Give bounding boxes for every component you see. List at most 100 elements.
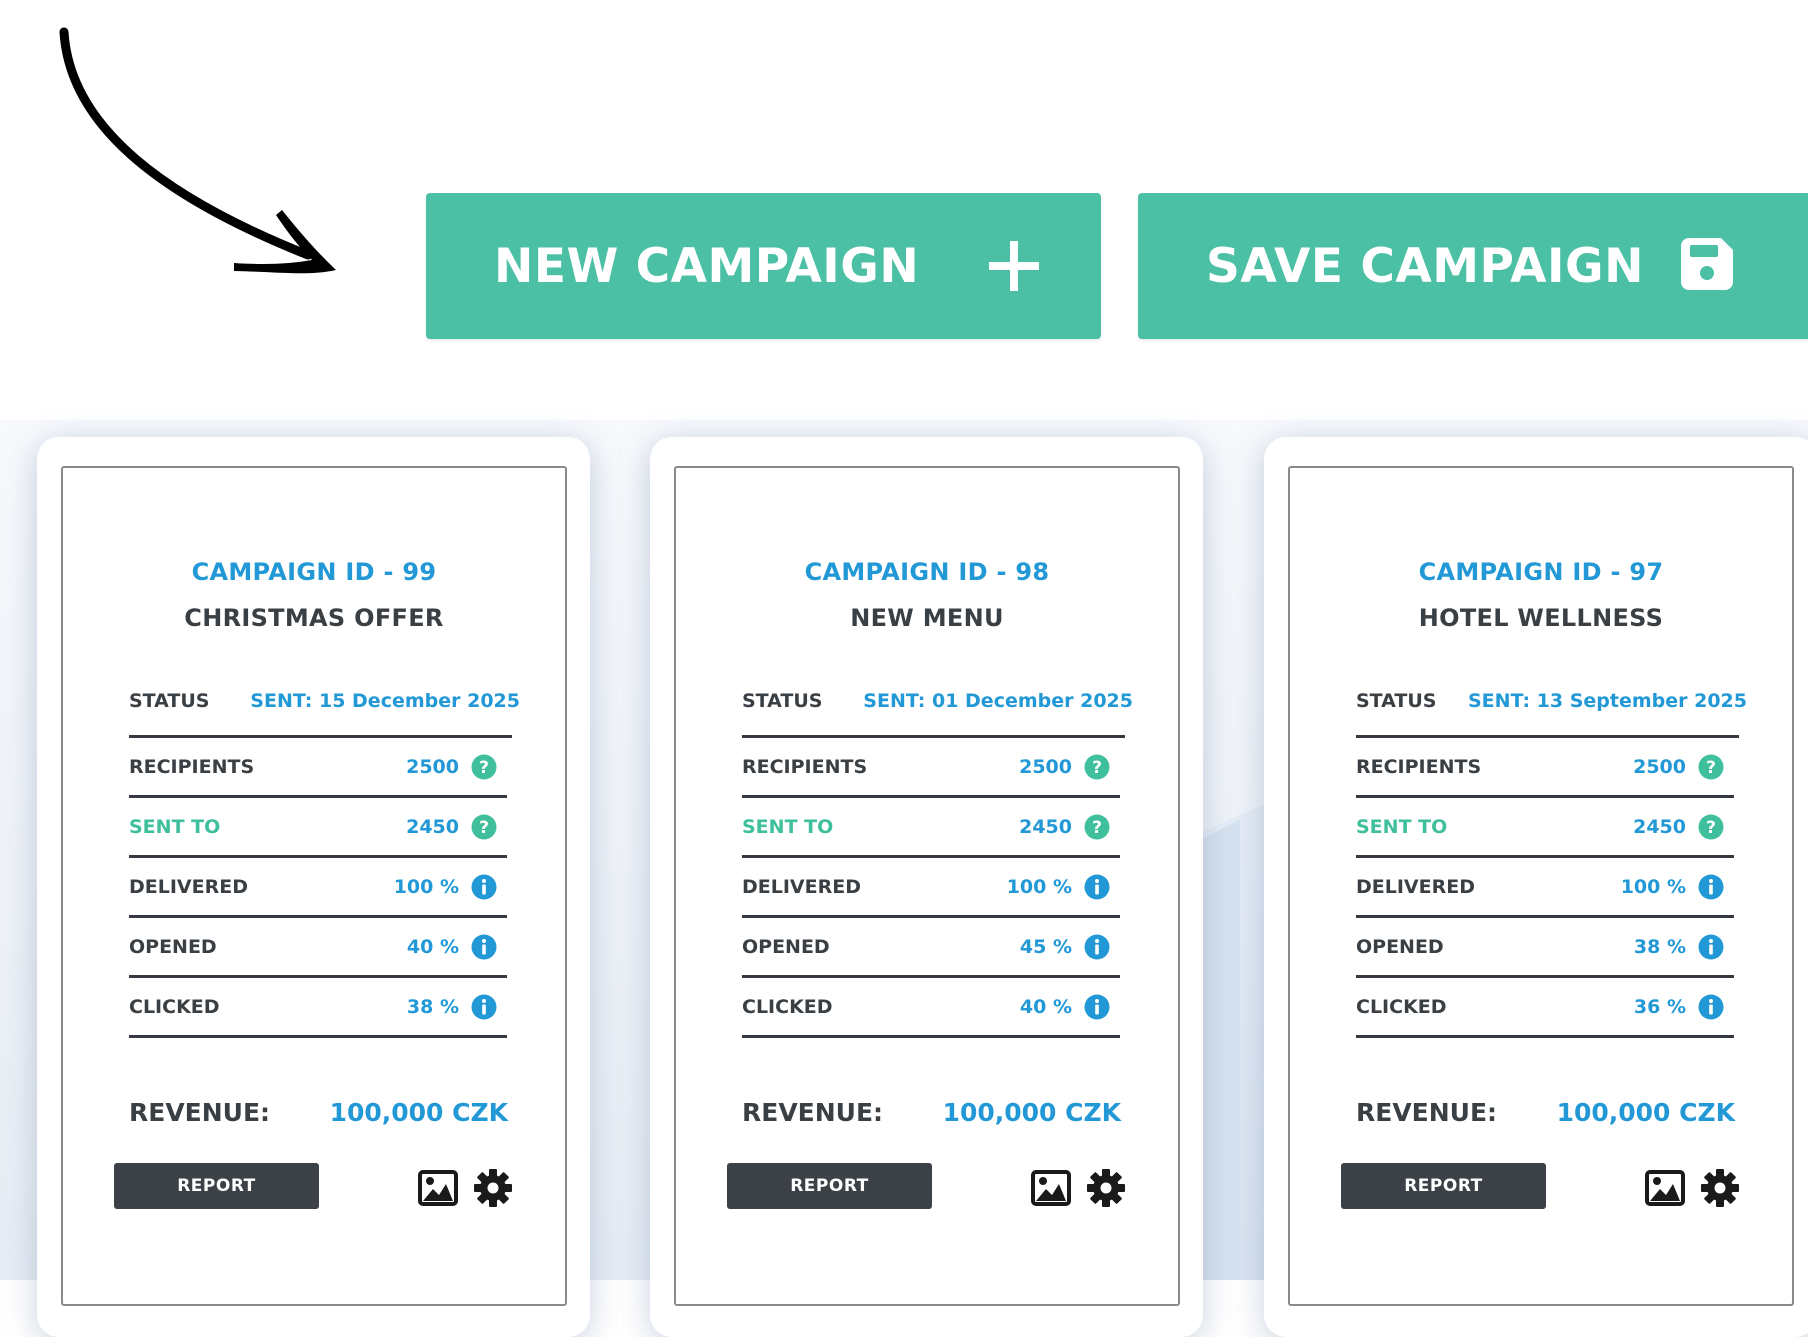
report-button[interactable]: REPORT bbox=[1341, 1163, 1546, 1209]
stat-row-clicked: CLICKED 36 % bbox=[1356, 978, 1734, 1038]
svg-text:?: ? bbox=[1706, 758, 1716, 778]
stat-value: 2500 bbox=[406, 756, 459, 778]
stat-label: DELIVERED bbox=[742, 876, 861, 898]
stat-row-delivered: DELIVERED 100 % bbox=[129, 858, 507, 918]
info-icon[interactable] bbox=[471, 934, 497, 960]
stat-row-recipients: RECIPIENTS 2500 ? bbox=[129, 738, 507, 798]
campaign-card-inner: CAMPAIGN ID - 99 CHRISTMAS OFFER STATUS … bbox=[61, 466, 567, 1306]
stat-label: SENT TO bbox=[1356, 816, 1448, 838]
stat-value: 2450 bbox=[1019, 816, 1072, 838]
status-row: STATUS SENT: 01 December 2025 bbox=[742, 690, 1133, 738]
info-icon[interactable] bbox=[1698, 994, 1724, 1020]
stat-label: DELIVERED bbox=[1356, 876, 1475, 898]
info-icon[interactable] bbox=[1698, 874, 1724, 900]
report-button[interactable]: REPORT bbox=[114, 1163, 319, 1209]
info-icon[interactable] bbox=[1084, 994, 1110, 1020]
stat-row-clicked: CLICKED 40 % bbox=[742, 978, 1120, 1038]
save-campaign-label: SAVE CAMPAIGN bbox=[1206, 238, 1644, 294]
status-label: STATUS bbox=[129, 690, 210, 712]
stat-label: CLICKED bbox=[129, 996, 220, 1018]
stat-value: 2450 bbox=[406, 816, 459, 838]
stat-value: 40 % bbox=[1019, 996, 1072, 1018]
stat-label: RECIPIENTS bbox=[1356, 756, 1482, 778]
revenue-value: 100,000 CZK bbox=[942, 1098, 1121, 1127]
image-icon[interactable] bbox=[1031, 1170, 1071, 1206]
campaign-card-inner: CAMPAIGN ID - 97 HOTEL WELLNESS STATUS S… bbox=[1288, 466, 1794, 1306]
floppy-disk-icon bbox=[1681, 238, 1733, 290]
gear-icon[interactable] bbox=[1086, 1168, 1126, 1208]
question-icon[interactable]: ? bbox=[1084, 754, 1110, 780]
svg-text:?: ? bbox=[1092, 758, 1102, 778]
question-icon[interactable]: ? bbox=[1698, 754, 1724, 780]
stat-label: RECIPIENTS bbox=[742, 756, 868, 778]
stat-row-recipients: RECIPIENTS 2500 ? bbox=[742, 738, 1120, 798]
campaign-id: CAMPAIGN ID - 99 bbox=[191, 558, 437, 586]
svg-text:?: ? bbox=[1092, 818, 1102, 838]
stat-value: 40 % bbox=[406, 936, 459, 958]
stat-row-sent-to: SENT TO 2450 ? bbox=[1356, 798, 1734, 858]
new-campaign-button[interactable]: NEW CAMPAIGN bbox=[426, 193, 1101, 339]
status-row: STATUS SENT: 13 September 2025 bbox=[1356, 690, 1747, 738]
stat-value: 38 % bbox=[1633, 936, 1686, 958]
status-value: SENT: 15 December 2025 bbox=[250, 690, 520, 712]
status-row: STATUS SENT: 15 December 2025 bbox=[129, 690, 520, 738]
image-icon[interactable] bbox=[1645, 1170, 1685, 1206]
question-icon[interactable]: ? bbox=[1698, 814, 1724, 840]
svg-text:?: ? bbox=[479, 758, 489, 778]
status-label: STATUS bbox=[1356, 690, 1437, 712]
save-campaign-button[interactable]: SAVE CAMPAIGN bbox=[1138, 193, 1808, 339]
stat-row-opened: OPENED 38 % bbox=[1356, 918, 1734, 978]
stat-row-clicked: CLICKED 38 % bbox=[129, 978, 507, 1038]
info-icon[interactable] bbox=[471, 994, 497, 1020]
gear-icon[interactable] bbox=[1700, 1168, 1740, 1208]
gear-icon[interactable] bbox=[473, 1168, 513, 1208]
campaign-name: CHRISTMAS OFFER bbox=[184, 604, 444, 632]
stat-label: CLICKED bbox=[742, 996, 833, 1018]
revenue-value: 100,000 CZK bbox=[1556, 1098, 1735, 1127]
stat-row-opened: OPENED 40 % bbox=[129, 918, 507, 978]
revenue-label: REVENUE: bbox=[129, 1098, 271, 1127]
stat-value: 2500 bbox=[1019, 756, 1072, 778]
campaign-card-2: CAMPAIGN ID - 97 HOTEL WELLNESS STATUS S… bbox=[1264, 437, 1808, 1337]
stat-label: DELIVERED bbox=[129, 876, 248, 898]
stat-row-sent-to: SENT TO 2450 ? bbox=[129, 798, 507, 858]
stat-row-delivered: DELIVERED 100 % bbox=[742, 858, 1120, 918]
stat-value: 100 % bbox=[1006, 876, 1072, 898]
info-icon[interactable] bbox=[1084, 934, 1110, 960]
svg-text:?: ? bbox=[479, 818, 489, 838]
stat-label: OPENED bbox=[742, 936, 830, 958]
stat-value: 2500 bbox=[1633, 756, 1686, 778]
status-value: SENT: 01 December 2025 bbox=[863, 690, 1133, 712]
stat-value: 2450 bbox=[1633, 816, 1686, 838]
new-campaign-label: NEW CAMPAIGN bbox=[494, 238, 920, 294]
campaign-name: NEW MENU bbox=[850, 604, 1004, 632]
campaign-id: CAMPAIGN ID - 98 bbox=[804, 558, 1050, 586]
revenue-label: REVENUE: bbox=[1356, 1098, 1498, 1127]
info-icon[interactable] bbox=[1698, 934, 1724, 960]
info-icon[interactable] bbox=[471, 874, 497, 900]
stat-value: 100 % bbox=[393, 876, 459, 898]
question-icon[interactable]: ? bbox=[471, 814, 497, 840]
stat-label: CLICKED bbox=[1356, 996, 1447, 1018]
stat-label: OPENED bbox=[129, 936, 217, 958]
image-icon[interactable] bbox=[418, 1170, 458, 1206]
campaign-card-1: CAMPAIGN ID - 98 NEW MENU STATUS SENT: 0… bbox=[650, 437, 1203, 1337]
info-icon[interactable] bbox=[1084, 874, 1110, 900]
stat-value: 38 % bbox=[406, 996, 459, 1018]
report-button[interactable]: REPORT bbox=[727, 1163, 932, 1209]
question-icon[interactable]: ? bbox=[1084, 814, 1110, 840]
stat-value: 45 % bbox=[1019, 936, 1072, 958]
status-value: SENT: 13 September 2025 bbox=[1467, 690, 1747, 712]
stat-row-sent-to: SENT TO 2450 ? bbox=[742, 798, 1120, 858]
plus-icon bbox=[989, 241, 1039, 291]
stat-label: SENT TO bbox=[742, 816, 834, 838]
stat-row-delivered: DELIVERED 100 % bbox=[1356, 858, 1734, 918]
stat-label: OPENED bbox=[1356, 936, 1444, 958]
save-icon-wrap bbox=[1681, 238, 1733, 294]
campaign-card-0: CAMPAIGN ID - 99 CHRISTMAS OFFER STATUS … bbox=[37, 437, 590, 1337]
campaign-name: HOTEL WELLNESS bbox=[1418, 604, 1664, 632]
revenue-label: REVENUE: bbox=[742, 1098, 884, 1127]
stat-label: SENT TO bbox=[129, 816, 221, 838]
stat-value: 36 % bbox=[1633, 996, 1686, 1018]
question-icon[interactable]: ? bbox=[471, 754, 497, 780]
